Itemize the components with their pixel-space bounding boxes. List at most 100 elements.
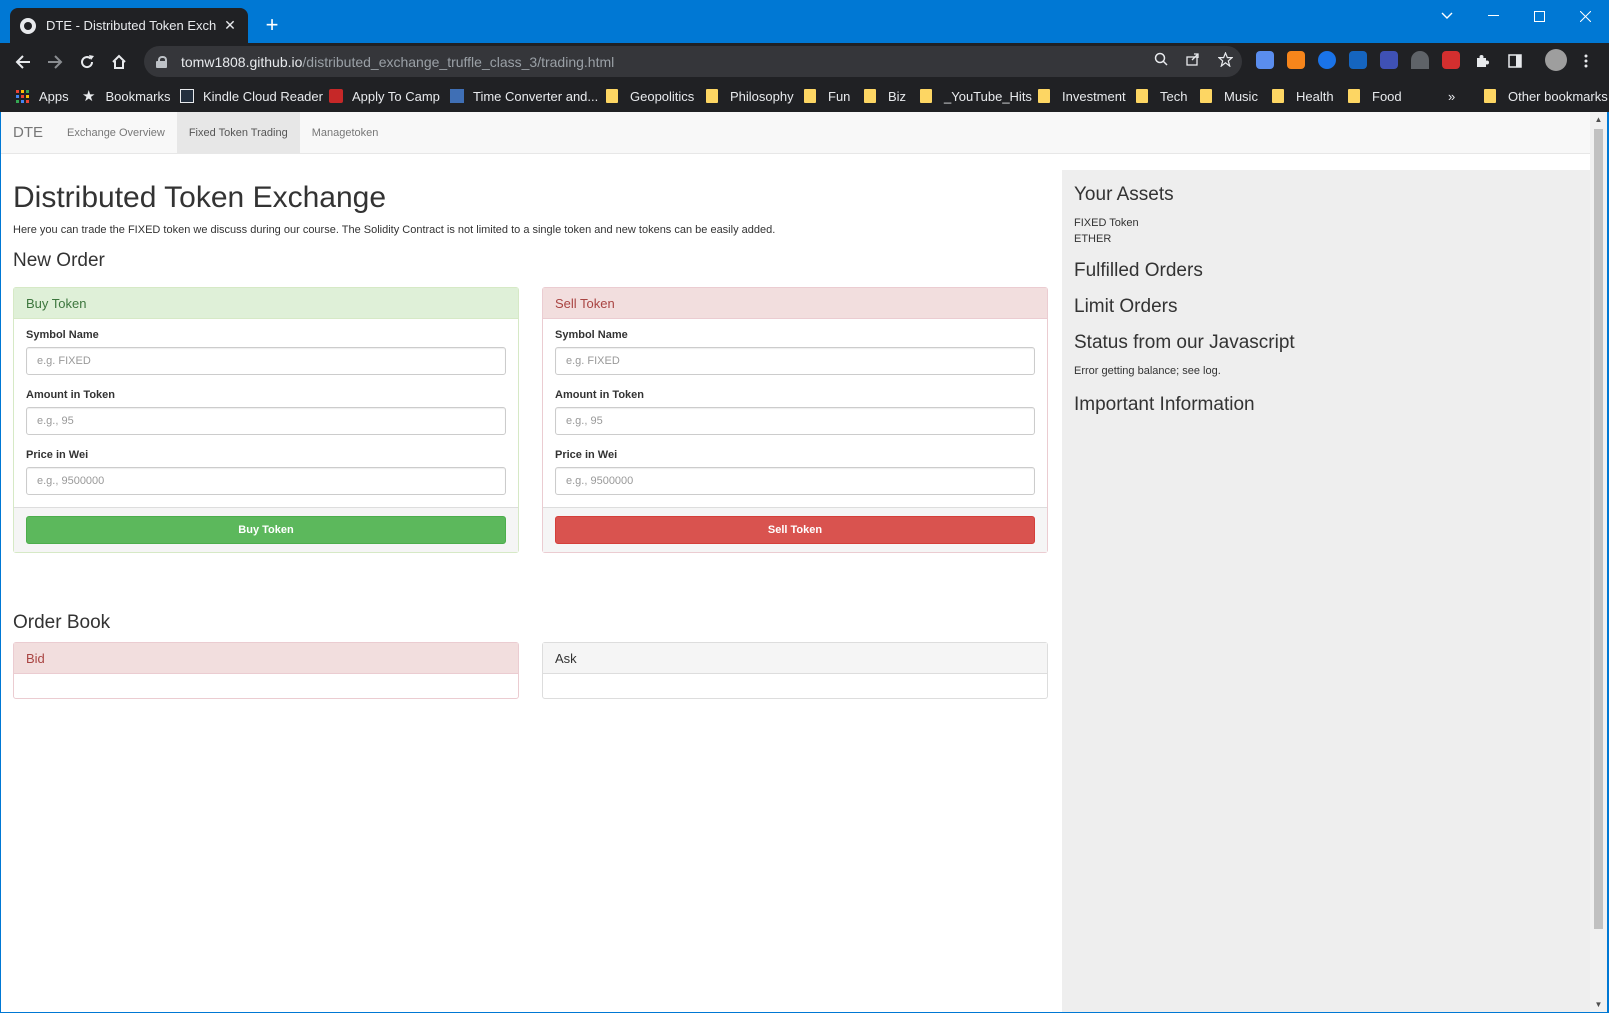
sell-price-input[interactable] <box>555 467 1035 495</box>
folder-icon <box>864 89 876 103</box>
nav-fixed-token-trading[interactable]: Fixed Token Trading <box>176 112 300 153</box>
asset-fixed-token: FIXED Token <box>1074 217 1139 229</box>
sell-panel-body: Symbol Name Amount in Token Price in Wei <box>543 319 1047 507</box>
bookmark-label: Music <box>1224 88 1258 104</box>
share-icon[interactable] <box>1182 48 1204 70</box>
avatar[interactable] <box>1545 49 1567 71</box>
globe-icon <box>20 17 36 34</box>
side-panel-icon[interactable] <box>1504 50 1526 72</box>
home-icon[interactable] <box>104 47 134 77</box>
bookmark-folder[interactable]: Geopolitics <box>606 80 694 112</box>
intro-text: Here you can trade the FIXED token we di… <box>13 224 776 236</box>
sell-token-button[interactable]: Sell Token <box>555 516 1035 544</box>
extension-icon[interactable] <box>1380 51 1398 69</box>
bookmark-label: Kindle Cloud Reader <box>203 88 323 104</box>
forward-icon[interactable] <box>40 47 70 77</box>
extension-icon[interactable] <box>1318 51 1336 69</box>
extension-icon[interactable] <box>1411 51 1429 69</box>
folder-icon <box>1484 89 1496 103</box>
bookmark-label: Other bookmarks <box>1508 88 1608 104</box>
bookmark-folder[interactable]: Health <box>1272 80 1334 112</box>
chevron-double-right-icon: » <box>1448 88 1456 104</box>
browser-tab[interactable]: DTE - Distributed Token Exchange ✕ <box>10 8 248 43</box>
close-tab-icon[interactable]: ✕ <box>222 17 238 34</box>
browser-titlebar: DTE - Distributed Token Exchange ✕ + <box>0 0 1609 43</box>
more-bookmarks-button[interactable]: » <box>1448 80 1455 112</box>
address-bar[interactable]: tomw1808.github.io/distributed_exchange_… <box>144 46 1242 77</box>
bookmark-star-icon[interactable] <box>1214 48 1236 70</box>
bookmark-folder[interactable]: Food <box>1348 80 1402 112</box>
folder-icon <box>706 89 718 103</box>
bookmark-folder[interactable]: Biz <box>864 80 906 112</box>
asset-ether: ETHER <box>1074 233 1112 245</box>
url-path: /distributed_exchange_truffle_class_3/tr… <box>302 53 615 70</box>
scroll-up-icon[interactable]: ▲ <box>1590 112 1607 127</box>
info-sidebar: Your Assets FIXED Token ETHER Fulfilled … <box>1062 170 1590 1012</box>
bookmark-apps[interactable]: Apps <box>16 80 69 112</box>
clock-icon <box>450 89 464 103</box>
buy-token-panel: Buy Token Symbol Name Amount in Token Pr… <box>13 287 519 553</box>
bookmark-label: Geopolitics <box>630 88 695 104</box>
sell-amount-input[interactable] <box>555 407 1035 435</box>
buy-amount-label: Amount in Token <box>26 389 116 401</box>
new-order-heading: New Order <box>13 250 105 271</box>
url-host: tomw1808.github.io <box>181 53 303 70</box>
folder-icon <box>1136 89 1148 103</box>
metamask-icon[interactable] <box>1287 51 1305 69</box>
folder-icon <box>1038 89 1050 103</box>
buy-panel-heading: Buy Token <box>14 288 518 319</box>
buy-token-button[interactable]: Buy Token <box>26 516 506 544</box>
nav-managetoken[interactable]: Managetoken <box>300 112 391 153</box>
scrollbar-thumb[interactable] <box>1594 129 1603 929</box>
bookmark-label: Philosophy <box>730 88 794 104</box>
folder-icon <box>1272 89 1284 103</box>
more-menu-icon[interactable] <box>1575 50 1597 72</box>
buy-amount-input[interactable] <box>26 407 506 435</box>
bookmark-apply-to-camp[interactable]: Apply To Camp <box>329 80 440 112</box>
lock-icon <box>156 55 167 68</box>
bookmark-folder[interactable]: Music <box>1200 80 1258 112</box>
bid-panel-heading: Bid <box>14 643 518 674</box>
camp-icon <box>329 89 343 103</box>
bookmark-folder[interactable]: Philosophy <box>706 80 794 112</box>
bookmark-kindle[interactable]: Kindle Cloud Reader <box>180 80 323 112</box>
ask-panel-heading: Ask <box>543 643 1047 674</box>
browser-toolbar: tomw1808.github.io/distributed_exchange_… <box>0 43 1609 80</box>
buy-symbol-input[interactable] <box>26 347 506 375</box>
sell-symbol-input[interactable] <box>555 347 1035 375</box>
bookmark-folder[interactable]: Tech <box>1136 80 1187 112</box>
buy-price-input[interactable] <box>26 467 506 495</box>
bookmark-folder[interactable]: Fun <box>804 80 850 112</box>
bookmark-label: _YouTube_Hits <box>944 88 1032 104</box>
bookmark-folder[interactable]: _YouTube_Hits <box>920 80 1032 112</box>
back-icon[interactable] <box>8 47 38 77</box>
zoom-icon[interactable] <box>1150 48 1172 70</box>
reload-icon[interactable] <box>72 47 102 77</box>
star-icon: ★ <box>82 88 96 105</box>
page-scrollbar[interactable]: ▲ ▼ <box>1590 112 1607 1012</box>
bookmark-bookmarks[interactable]: ★ Bookmarks <box>82 80 170 112</box>
bookmark-other[interactable]: Other bookmarks <box>1484 80 1608 112</box>
bookmark-time-converter[interactable]: Time Converter and... <box>450 80 598 112</box>
sell-symbol-label: Symbol Name <box>555 329 628 341</box>
status-heading: Status from our Javascript <box>1074 332 1295 353</box>
tab-search-icon[interactable] <box>1424 0 1470 32</box>
sell-price-label: Price in Wei <box>555 449 618 461</box>
extension-icon[interactable] <box>1442 51 1460 69</box>
nav-exchange-overview[interactable]: Exchange Overview <box>55 112 177 153</box>
brand-link[interactable]: DTE <box>1 112 55 153</box>
your-assets-heading: Your Assets <box>1074 184 1174 205</box>
bookmark-folder[interactable]: Investment <box>1038 80 1126 112</box>
maximize-icon[interactable] <box>1516 0 1562 32</box>
new-tab-button[interactable]: + <box>259 12 285 38</box>
folder-icon <box>920 89 932 103</box>
bookmark-label: Bookmarks <box>105 88 171 104</box>
minimize-icon[interactable] <box>1470 0 1516 32</box>
puzzle-icon[interactable] <box>1472 50 1494 72</box>
extension-icon[interactable] <box>1256 51 1274 69</box>
close-window-icon[interactable] <box>1562 0 1608 32</box>
extension-icon[interactable] <box>1349 51 1367 69</box>
scroll-down-icon[interactable]: ▼ <box>1590 997 1607 1012</box>
limit-orders-heading: Limit Orders <box>1074 296 1178 317</box>
bid-panel: Bid <box>13 642 519 699</box>
